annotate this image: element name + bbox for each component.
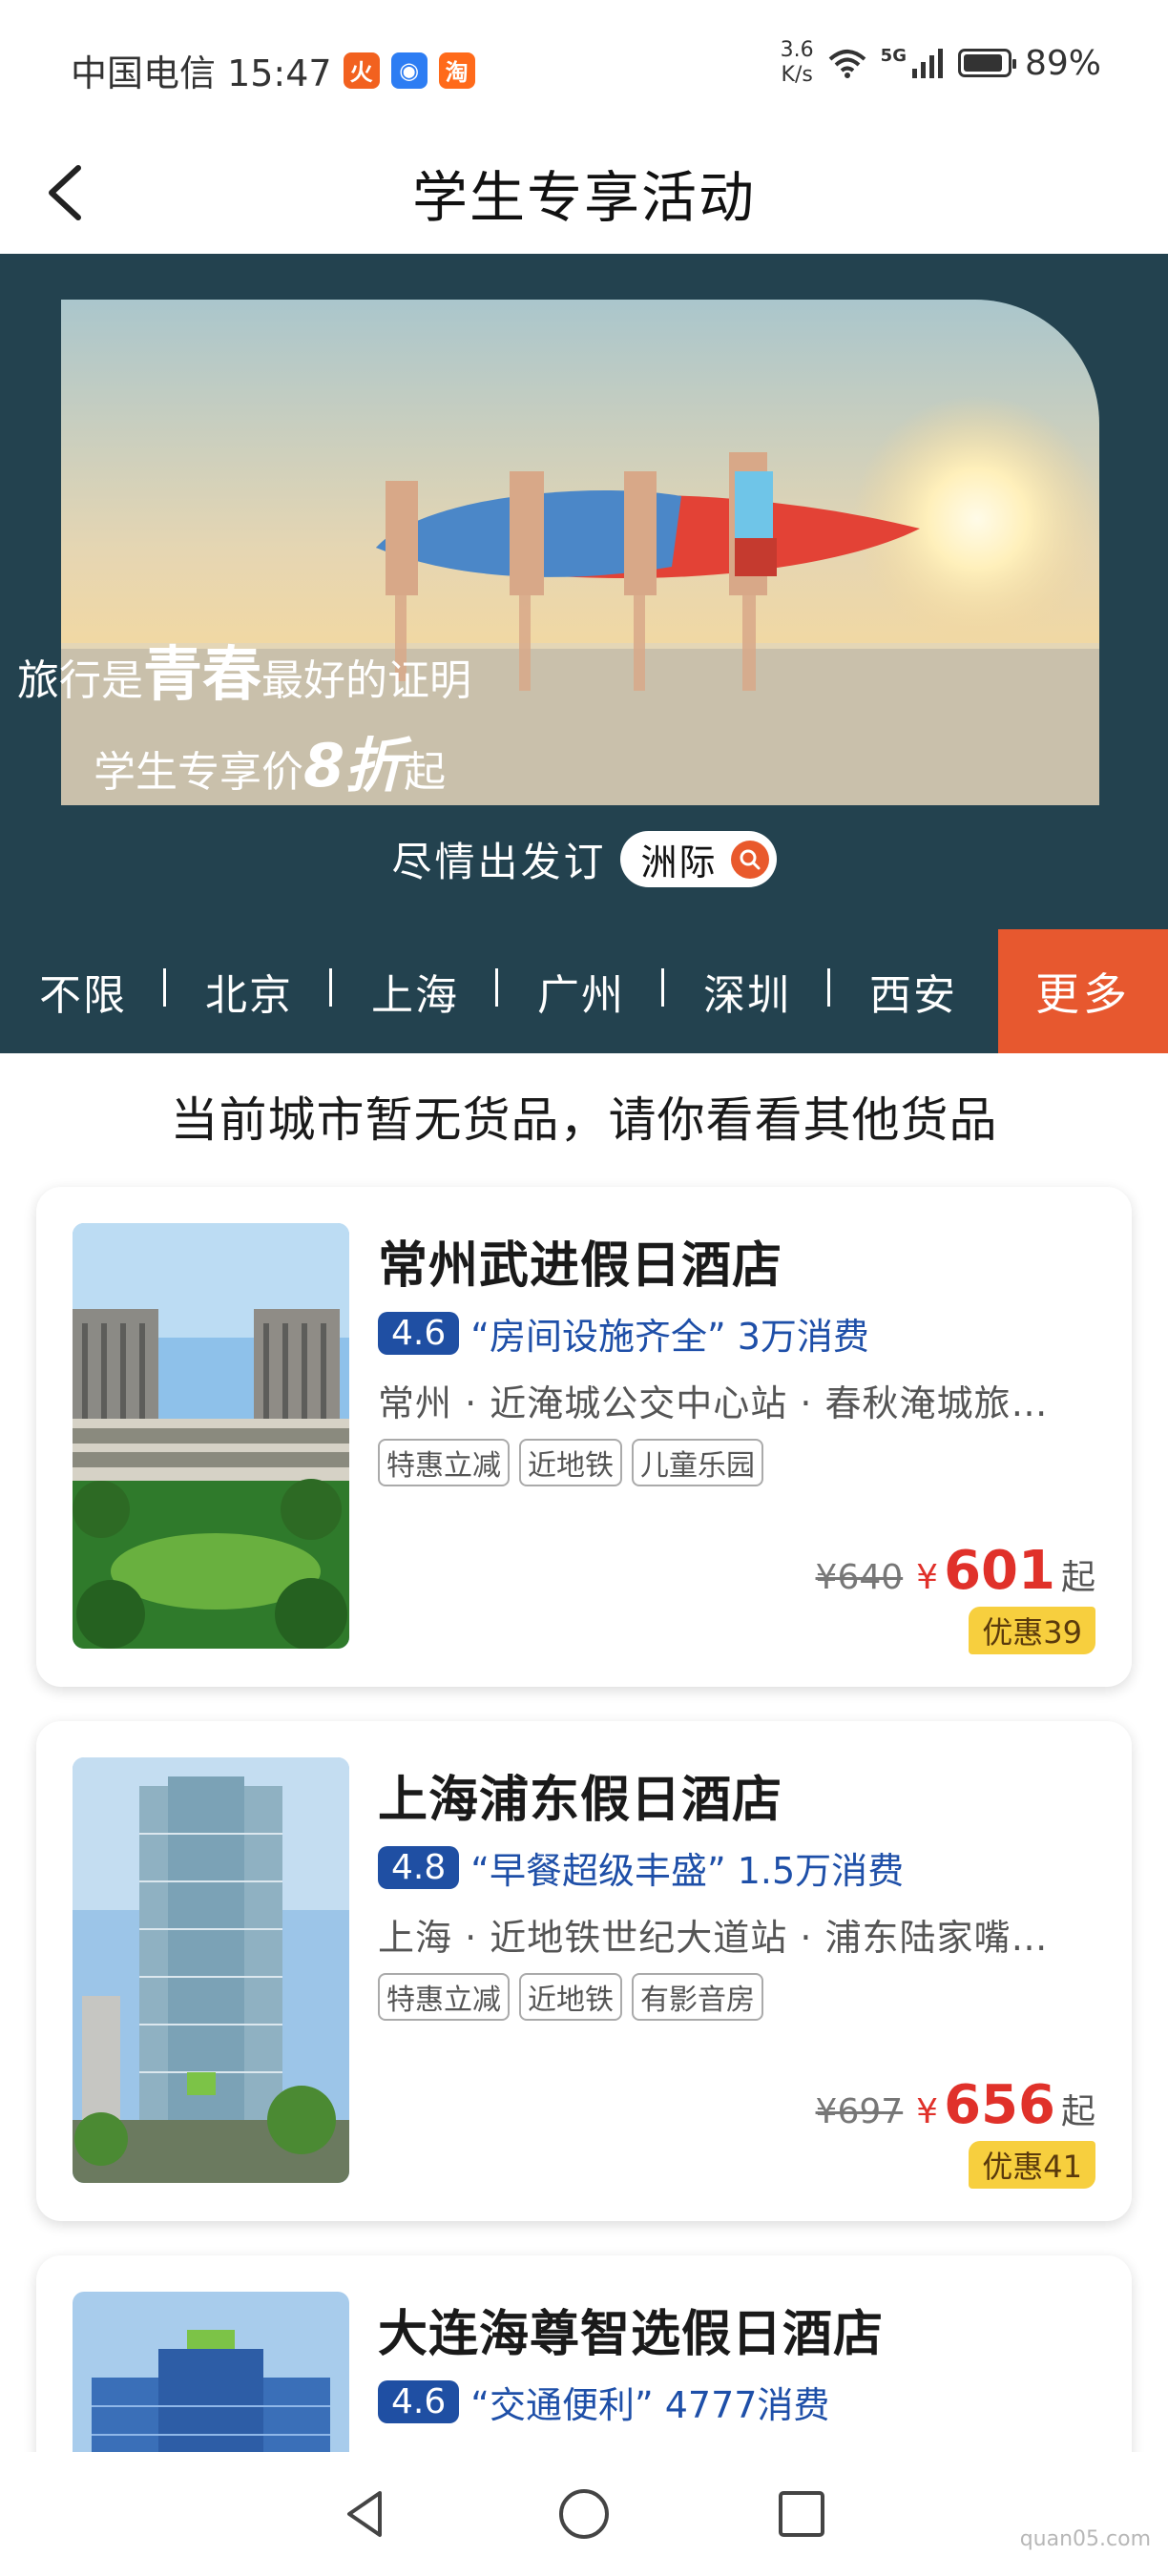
discount-badge: 优惠39 (969, 1607, 1095, 1654)
rating-badge: 4.8 (378, 1846, 460, 1889)
battery-icon (957, 49, 1016, 77)
current-price: 601 (944, 1540, 1055, 1602)
tag: 特惠立减 (378, 1439, 510, 1486)
price-row: ¥640 ¥ 601 起 (816, 1540, 1095, 1602)
original-price: ¥697 (815, 2092, 904, 2131)
tab-shanghai[interactable]: 上海 (332, 961, 498, 1022)
net-speed: 3.6 K/s (781, 38, 814, 88)
back-triangle-icon[interactable] (338, 2485, 395, 2543)
review-highlight: “房间设施齐全” 3万消费 (470, 1316, 869, 1358)
hero-slogan: 旅行是青春最好的证明 学生专享价8折起 (17, 626, 471, 803)
page-title: 学生专享活动 (411, 165, 756, 230)
rating-row: 4.8 “早餐超级丰盛” 1.5万消费 (378, 1841, 904, 1894)
slogan-suffix: 最好的证明 (261, 656, 472, 705)
hero-banner[interactable]: 旅行是青春最好的证明 学生专享价8折起 尽情出发订 洲际 不限 北京 上海 广州… (0, 254, 1168, 1053)
net-speed-value: 3.6 (780, 38, 814, 62)
hotel-location: 常州 · 近淹城公交中心站 · 春秋淹城旅游区 (378, 1382, 1065, 1424)
slogan-prefix: 旅行是 (17, 656, 143, 705)
discount-suffix: 起 (404, 748, 447, 797)
price-row: ¥697 ¥ 656 起 (816, 2074, 1095, 2136)
hotel-name: 常州武进假日酒店 (378, 1237, 783, 1295)
tag: 特惠立减 (378, 1973, 510, 2021)
currency-symbol: ¥ (916, 1558, 939, 1597)
rating-row: 4.6 “交通便利” 4777消费 (378, 2376, 829, 2428)
review-highlight: “早餐超级丰盛” 1.5万消费 (470, 1850, 905, 1892)
carrier-time: 中国电信 15:47 (71, 52, 332, 94)
system-nav-bar (0, 2452, 1168, 2576)
tag: 近地铁 (519, 1973, 622, 2021)
signal-icon (911, 49, 943, 78)
status-left: 中国电信 15:47 火 ◉ 淘 (71, 44, 475, 96)
original-price: ¥640 (815, 1558, 904, 1597)
current-price: 656 (944, 2074, 1055, 2136)
discount-badge: 优惠41 (969, 2141, 1095, 2189)
price-suffix: 起 (1060, 2092, 1095, 2131)
taobao-app-icon: 淘 (438, 52, 475, 89)
more-cities-button[interactable]: 更多 (998, 929, 1168, 1053)
city-tabs: 不限 北京 上海 广州 深圳 西安 更多 (0, 929, 1168, 1053)
hero-cta[interactable]: 尽情出发订 洲际 (0, 830, 1168, 888)
hotel-card[interactable]: 常州武进假日酒店 4.6 “房间设施齐全” 3万消费 常州 · 近淹城公交中心站… (36, 1187, 1132, 1687)
discount-rate: 8折 (303, 731, 405, 800)
recents-square-icon[interactable] (773, 2485, 830, 2543)
rating-badge: 4.6 (378, 1312, 460, 1355)
price-suffix: 起 (1060, 1558, 1095, 1597)
network-type: 5G (880, 45, 907, 66)
slogan-highlight: 青春 (143, 639, 262, 709)
review-highlight: “交通便利” 4777消费 (470, 2384, 830, 2426)
tab-xian[interactable]: 西安 (830, 961, 996, 1022)
status-right: 3.6 K/s 5G 89% (781, 38, 1101, 88)
hotel-image (73, 1757, 349, 2183)
tag: 近地铁 (519, 1439, 622, 1486)
hotel-tags: 特惠立减 近地铁 有影音房 (378, 1973, 763, 2021)
cta-brand: 洲际 (640, 841, 718, 883)
tab-guangzhou[interactable]: 广州 (498, 961, 664, 1022)
brand-search-pill[interactable]: 洲际 (619, 831, 777, 887)
hotel-name: 大连海尊智选假日酒店 (378, 2306, 885, 2363)
tab-unlimited[interactable]: 不限 (0, 961, 166, 1022)
tab-shenzhen[interactable]: 深圳 (664, 961, 830, 1022)
home-circle-icon[interactable] (555, 2485, 613, 2543)
student-price-label: 学生专享价 (94, 748, 303, 797)
tag: 儿童乐园 (632, 1439, 763, 1486)
rating-row: 4.6 “房间设施齐全” 3万消费 (378, 1307, 869, 1360)
robot-app-icon: ◉ (390, 52, 428, 89)
watermark: quan05.com (1019, 2527, 1151, 2551)
fire-app-icon: 火 (343, 52, 380, 89)
cta-text: 尽情出发订 (391, 839, 607, 885)
net-speed-unit: K/s (781, 63, 813, 87)
rating-badge: 4.6 (378, 2380, 460, 2423)
wifi-icon (828, 50, 866, 78)
battery-level: 89% (1024, 43, 1101, 83)
hotel-image (73, 1223, 349, 1649)
currency-symbol: ¥ (916, 2092, 939, 2131)
nav-bar: 学生专享活动 (0, 134, 1168, 254)
hotel-name: 上海浦东假日酒店 (378, 1772, 783, 1829)
hotel-location: 上海 · 近地铁世纪大道站 · 浦东陆家嘴金融区 (378, 1917, 1065, 1959)
hotel-card[interactable]: 上海浦东假日酒店 4.8 “早餐超级丰盛” 1.5万消费 上海 · 近地铁世纪大… (36, 1721, 1132, 2221)
search-icon (730, 840, 769, 879)
status-bar: 中国电信 15:47 火 ◉ 淘 3.6 K/s 5G 89% (0, 0, 1168, 134)
tab-beijing[interactable]: 北京 (166, 961, 332, 1022)
tag: 有影音房 (632, 1973, 763, 2021)
hotel-tags: 特惠立减 近地铁 儿童乐园 (378, 1439, 763, 1486)
